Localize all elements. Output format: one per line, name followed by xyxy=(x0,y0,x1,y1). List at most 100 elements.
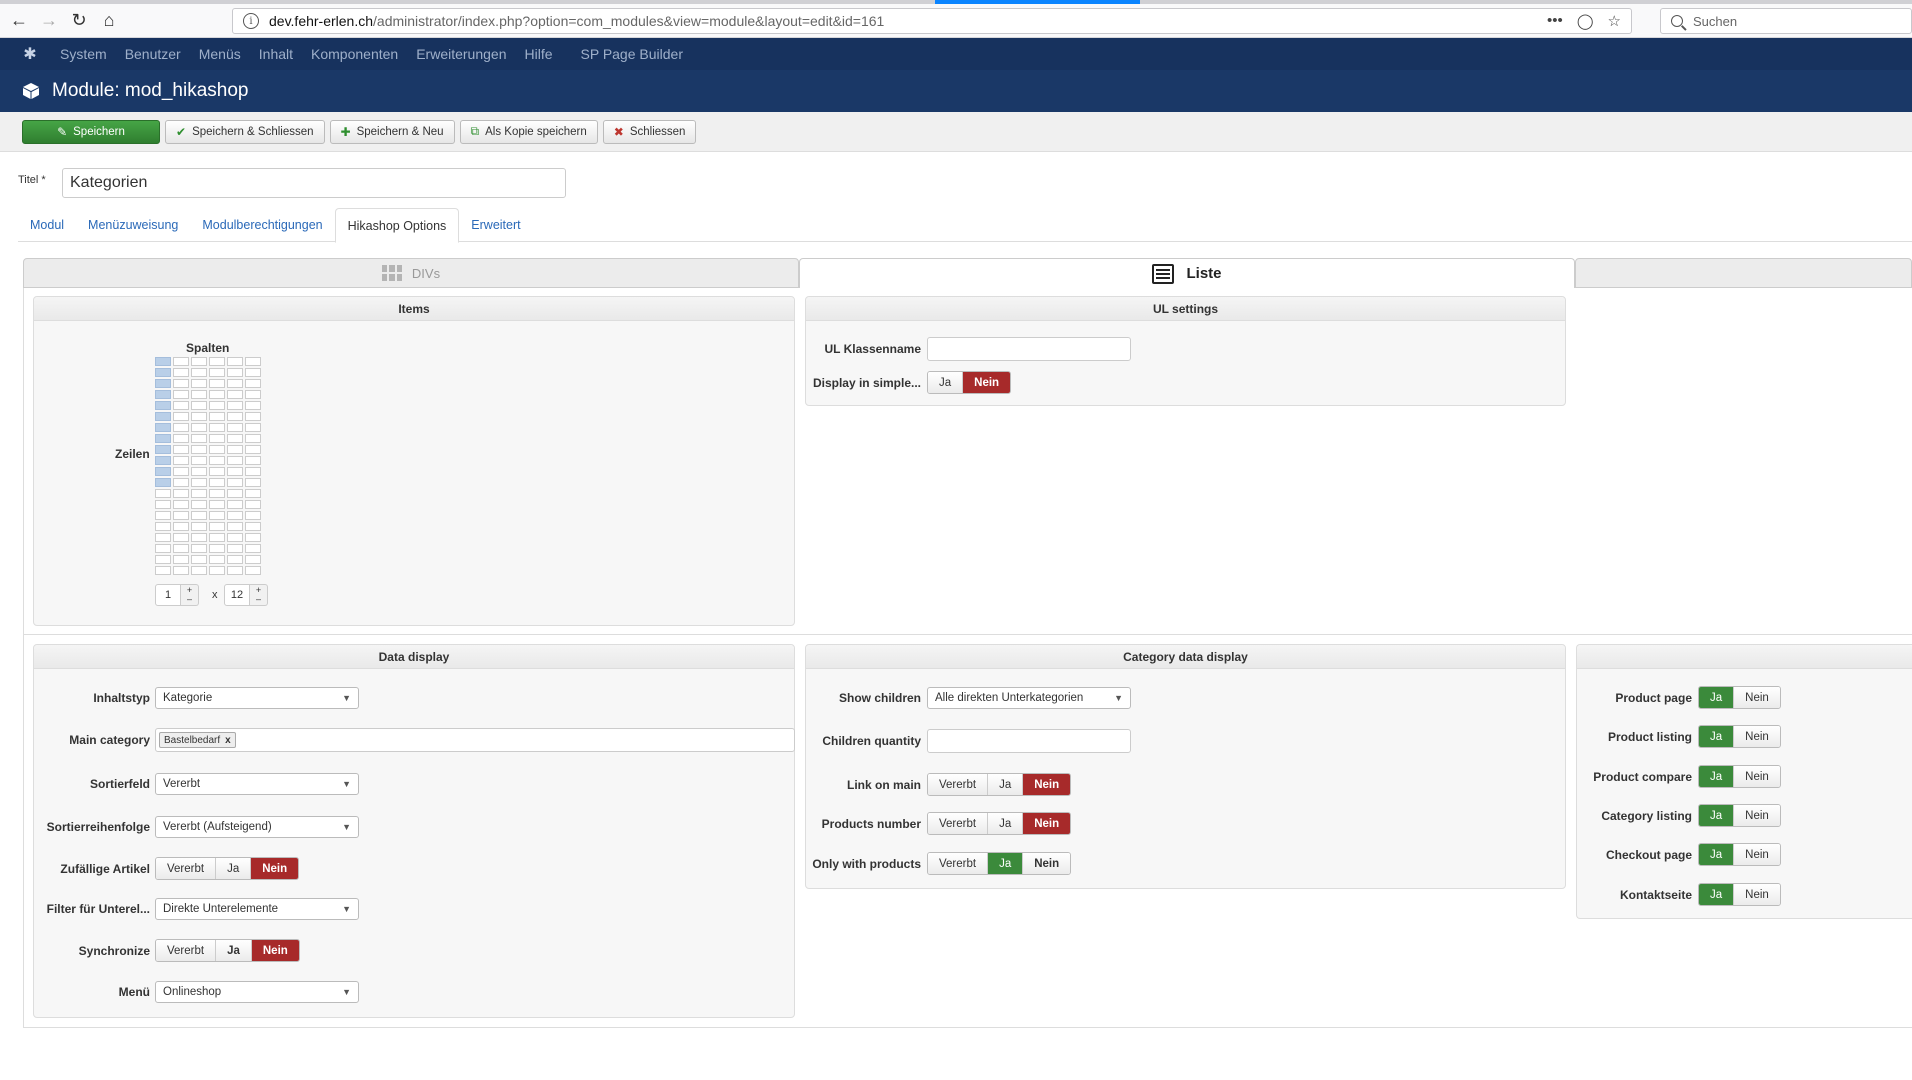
layout-tab-other[interactable] xyxy=(1575,258,1912,288)
grid-cell[interactable] xyxy=(209,566,225,575)
grid-cell[interactable] xyxy=(173,533,189,542)
random-nein[interactable]: Nein xyxy=(251,858,299,879)
grid-cell[interactable] xyxy=(209,522,225,531)
grid-cell[interactable] xyxy=(155,555,171,564)
grid-cell[interactable] xyxy=(173,456,189,465)
search-input[interactable]: Suchen xyxy=(1660,8,1912,34)
link-main-vererbt[interactable]: Vererbt xyxy=(928,774,989,795)
columns-stepper[interactable]: 1 + – xyxy=(155,584,199,606)
link-main-nein[interactable]: Nein xyxy=(1023,774,1071,795)
grid-cell[interactable] xyxy=(209,357,225,366)
grid-cell[interactable] xyxy=(191,379,207,388)
grid-cell[interactable] xyxy=(173,489,189,498)
menu-komponenten[interactable]: Komponenten xyxy=(311,46,398,62)
category-listing-ja[interactable]: Ja xyxy=(1699,805,1735,826)
grid-cell[interactable] xyxy=(245,423,261,432)
link-main-ja[interactable]: Ja xyxy=(988,774,1024,795)
tab-erweitert[interactable]: Erweitert xyxy=(459,208,532,242)
grid-cell[interactable] xyxy=(209,500,225,509)
joomla-logo-icon[interactable]: ✱ xyxy=(0,44,60,64)
title-input[interactable]: Kategorien xyxy=(62,168,566,198)
grid-cell[interactable] xyxy=(191,412,207,421)
grid-cell[interactable] xyxy=(173,467,189,476)
grid-cell[interactable] xyxy=(155,566,171,575)
grid-cell[interactable] xyxy=(227,478,243,487)
grid-cell[interactable] xyxy=(173,522,189,531)
checkout-page-nein[interactable]: Nein xyxy=(1734,844,1780,865)
grid-cell[interactable] xyxy=(173,423,189,432)
grid-cell[interactable] xyxy=(173,544,189,553)
grid-cell[interactable] xyxy=(209,544,225,553)
grid-cell[interactable] xyxy=(245,566,261,575)
grid-cell[interactable] xyxy=(227,390,243,399)
reload-icon[interactable]: ↻ xyxy=(66,7,92,33)
display-simple-ja[interactable]: Ja xyxy=(928,372,964,393)
tab-modul[interactable]: Modul xyxy=(18,208,76,242)
columns-value[interactable]: 1 xyxy=(155,584,181,606)
grid-cell[interactable] xyxy=(227,445,243,454)
grid-cell[interactable] xyxy=(191,434,207,443)
grid-cell[interactable] xyxy=(191,423,207,432)
grid-cell[interactable] xyxy=(155,478,171,487)
product-page-nein[interactable]: Nein xyxy=(1734,687,1780,708)
grid-cell[interactable] xyxy=(245,456,261,465)
grid-cell[interactable] xyxy=(209,489,225,498)
grid-cell[interactable] xyxy=(173,566,189,575)
grid-cell[interactable] xyxy=(155,423,171,432)
menu-benutzer[interactable]: Benutzer xyxy=(125,46,181,62)
grid-cell[interactable] xyxy=(191,522,207,531)
sync-ja[interactable]: Ja xyxy=(216,940,252,961)
grid-cell[interactable] xyxy=(155,511,171,520)
grid-cell[interactable] xyxy=(155,522,171,531)
grid-cell[interactable] xyxy=(227,555,243,564)
grid-cell[interactable] xyxy=(245,489,261,498)
grid-cell[interactable] xyxy=(191,368,207,377)
grid-cell[interactable] xyxy=(155,467,171,476)
more-icon[interactable]: ••• xyxy=(1547,12,1563,30)
tab-menuzuweisung[interactable]: Menüzuweisung xyxy=(76,208,190,242)
save-close-button[interactable]: ✔ Speichern & Schliessen xyxy=(165,119,325,144)
rows-stepper[interactable]: 12 + – xyxy=(224,584,268,606)
grid-cell[interactable] xyxy=(173,401,189,410)
product-listing-ja[interactable]: Ja xyxy=(1699,726,1735,747)
url-bar[interactable]: i dev.fehr-erlen.ch/administrator/index.… xyxy=(232,8,1632,34)
grid-cell[interactable] xyxy=(191,566,207,575)
products-number-nein[interactable]: Nein xyxy=(1023,813,1071,834)
grid-cell[interactable] xyxy=(209,401,225,410)
grid-cell[interactable] xyxy=(191,390,207,399)
menu-inhalt[interactable]: Inhalt xyxy=(259,46,293,62)
grid-cell[interactable] xyxy=(245,445,261,454)
home-icon[interactable]: ⌂ xyxy=(96,7,122,33)
grid-cell[interactable] xyxy=(245,478,261,487)
grid-cell[interactable] xyxy=(227,544,243,553)
grid-cell[interactable] xyxy=(155,357,171,366)
children-qty-input[interactable] xyxy=(927,729,1131,753)
grid-cell[interactable] xyxy=(227,533,243,542)
grid-cell[interactable] xyxy=(155,379,171,388)
grid-cell[interactable] xyxy=(245,533,261,542)
grid-cell[interactable] xyxy=(227,423,243,432)
menu-select[interactable]: Onlineshop ▼ xyxy=(155,981,359,1003)
rows-value[interactable]: 12 xyxy=(224,584,250,606)
grid-cell[interactable] xyxy=(191,445,207,454)
grid-cell[interactable] xyxy=(173,555,189,564)
grid-cell[interactable] xyxy=(155,533,171,542)
random-ja[interactable]: Ja xyxy=(216,858,252,879)
grid-cell[interactable] xyxy=(155,412,171,421)
grid-cell[interactable] xyxy=(173,368,189,377)
grid-cell[interactable] xyxy=(209,412,225,421)
grid-cell[interactable] xyxy=(191,456,207,465)
grid-cell[interactable] xyxy=(209,390,225,399)
grid-cell[interactable] xyxy=(209,478,225,487)
close-button[interactable]: ✖ Schliessen xyxy=(602,119,697,144)
grid-cell[interactable] xyxy=(245,357,261,366)
grid-cell[interactable] xyxy=(155,445,171,454)
grid-cell[interactable] xyxy=(173,478,189,487)
sync-vererbt[interactable]: Vererbt xyxy=(156,940,217,961)
ul-class-input[interactable] xyxy=(927,337,1131,361)
grid-cell[interactable] xyxy=(245,555,261,564)
grid-cell[interactable] xyxy=(209,434,225,443)
forward-icon[interactable]: → xyxy=(36,7,62,33)
grid-cell[interactable] xyxy=(209,533,225,542)
grid-cell[interactable] xyxy=(227,500,243,509)
